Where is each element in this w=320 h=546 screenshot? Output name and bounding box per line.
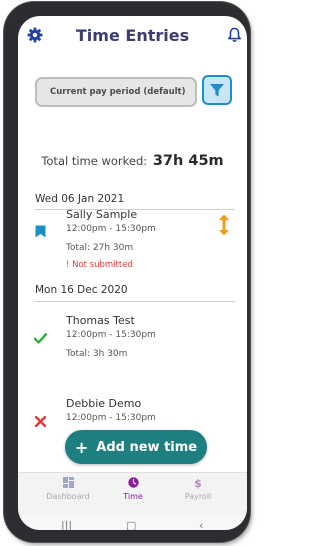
phone-frame: Time Entries Current pay period (default… — [4, 2, 250, 542]
section-date: Mon 16 Dec 2020 — [35, 284, 128, 296]
bell-icon[interactable] — [227, 27, 242, 43]
recent-apps-icon[interactable]: ||| — [61, 519, 72, 530]
total-time-value: 37h 45m — [152, 153, 224, 169]
clock-icon — [127, 477, 139, 488]
nav-label-dashboard: Dashboard — [46, 492, 90, 501]
entry-time-range: 12:00pm - 15:30pm — [66, 413, 156, 423]
entry-total: Total: 3h 30m — [66, 349, 128, 359]
total-time-worked: Total time worked: 37h 45m — [18, 153, 247, 169]
bottom-nav: Dashboard Time $ Payroll — [18, 472, 247, 515]
total-time-label: Total time worked: — [41, 154, 148, 168]
entry-name[interactable]: Debbie Demo — [66, 397, 141, 410]
back-icon[interactable]: ‹ — [199, 519, 203, 530]
dollar-icon: $ — [194, 477, 202, 490]
entry-name[interactable]: Thomas Test — [66, 314, 135, 327]
section-divider — [35, 301, 235, 302]
filter-button[interactable] — [202, 75, 232, 105]
add-new-time-button[interactable]: + Add new time — [65, 430, 207, 464]
not-submitted-warning: ! Not submitted — [66, 260, 133, 270]
bookmark-icon — [35, 223, 46, 242]
pay-period-select[interactable]: Current pay period (default) — [35, 77, 197, 107]
plus-icon: + — [74, 437, 89, 457]
approved-check-icon — [33, 329, 48, 348]
page-title: Time Entries — [75, 26, 190, 45]
pending-sort-arrows-icon — [218, 214, 230, 240]
rejected-x-icon — [34, 412, 47, 431]
add-new-time-label: Add new time — [96, 439, 198, 455]
nav-label-time: Time — [123, 492, 143, 501]
nav-item-dashboard[interactable]: Dashboard — [33, 477, 103, 501]
app-screen: Time Entries Current pay period (default… — [18, 16, 247, 530]
system-nav-bar: ||| ▢ ‹ — [18, 515, 247, 530]
nav-label-payroll: Payroll — [184, 492, 212, 501]
entry-name[interactable]: Sally Sample — [66, 208, 137, 221]
entry-time-range: 12:00pm - 15:30pm — [66, 224, 156, 234]
home-icon[interactable]: ▢ — [126, 519, 136, 530]
dashboard-icon — [62, 477, 74, 488]
section-date: Wed 06 Jan 2021 — [35, 193, 125, 205]
entry-total: Total: 27h 30m — [66, 243, 134, 253]
app-header: Time Entries — [18, 16, 247, 56]
entry-time-range: 12:00pm - 15:30pm — [66, 330, 156, 340]
nav-item-time[interactable]: Time — [98, 477, 168, 501]
nav-item-payroll[interactable]: $ Payroll — [163, 477, 233, 501]
filter-funnel-icon — [210, 84, 224, 97]
